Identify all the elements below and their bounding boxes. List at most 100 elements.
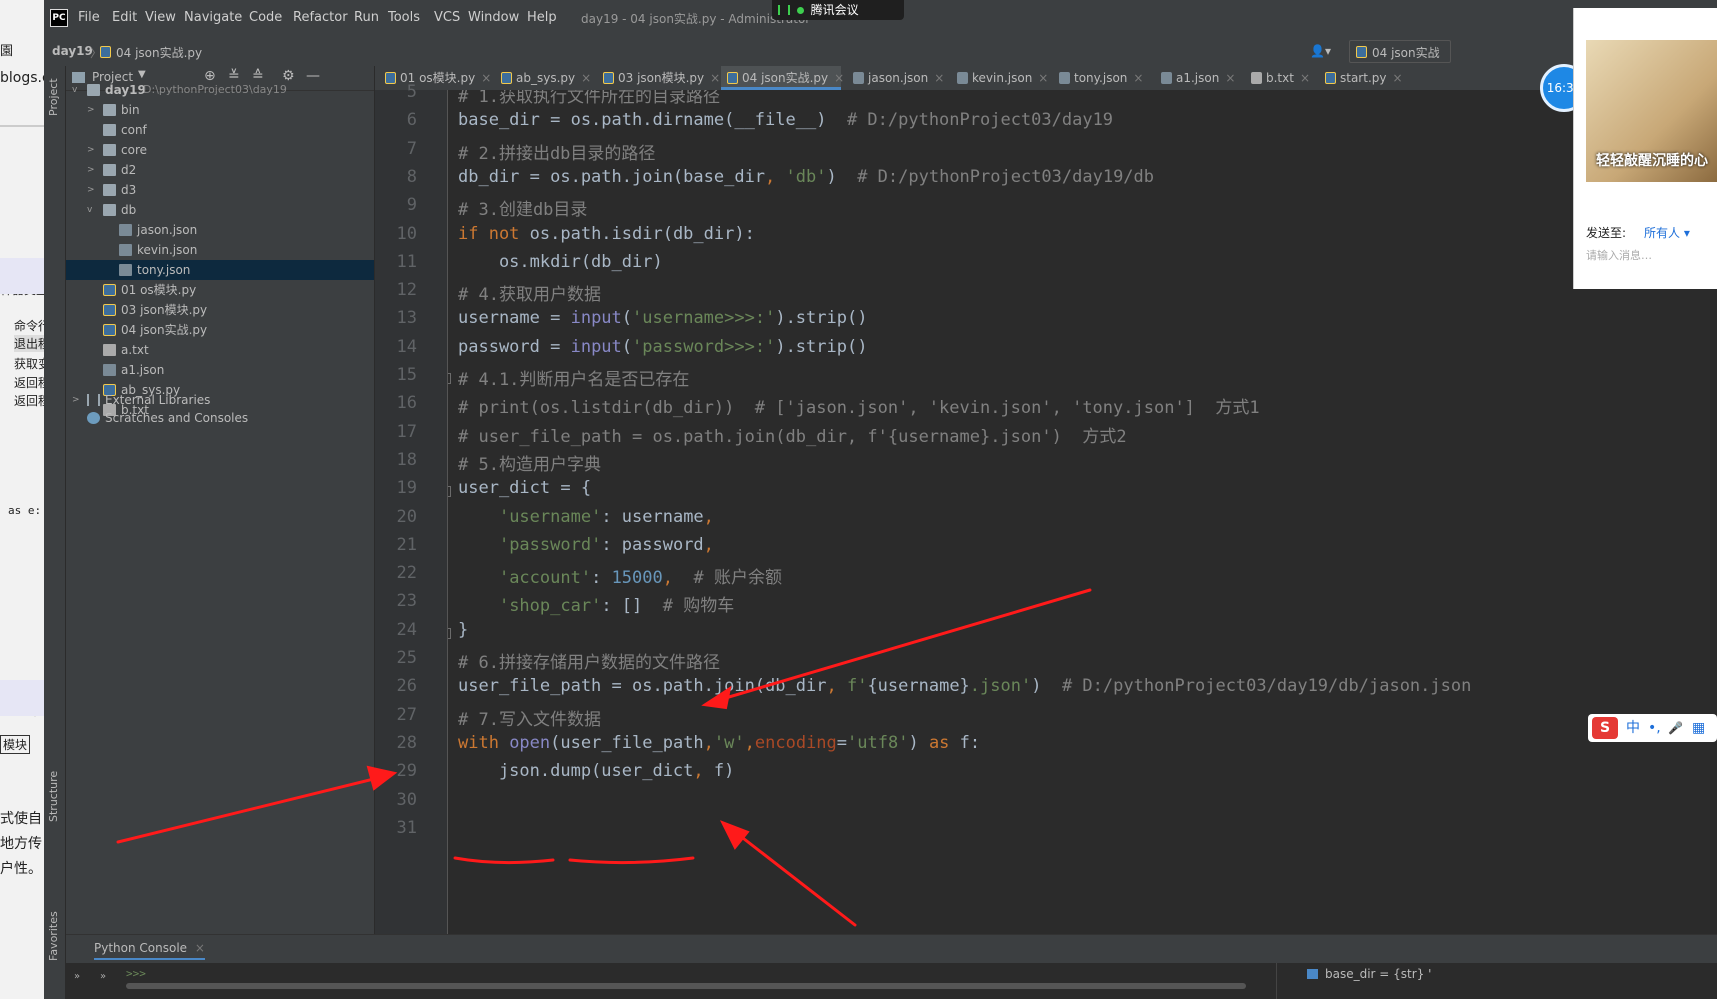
code-line[interactable]: db_dir = os.path.join(base_dir, 'db') # … (458, 167, 1154, 187)
fold-marker-icon[interactable] (448, 627, 451, 639)
tree-item[interactable]: > core (66, 140, 374, 160)
code-line[interactable]: # 4.1.判断用户名是否已存在 (458, 365, 689, 390)
python-console-tab[interactable]: Python Console × (94, 941, 205, 960)
editor-tab[interactable]: b.txt × (1245, 66, 1319, 90)
editor-tab[interactable]: start.py × (1319, 66, 1405, 90)
tree-root-day19[interactable]: v day19 D:\pythonProject03\day19 (66, 80, 374, 100)
code-line[interactable]: 'password': password, (458, 535, 714, 555)
prompt-arrows-icon[interactable]: » (100, 971, 106, 982)
tree-item[interactable]: 04 json实战.py (66, 320, 374, 340)
editor-tab[interactable]: jason.json × (847, 66, 951, 90)
tree-item[interactable]: kevin.json (66, 240, 374, 260)
menu-file[interactable]: File (78, 10, 100, 25)
close-icon[interactable]: × (934, 71, 944, 85)
menu-run[interactable]: Run (354, 10, 379, 25)
chevron-right-icon[interactable]: > (87, 180, 97, 200)
tree-item[interactable]: 01 os模块.py (66, 280, 374, 300)
menu-edit[interactable]: Edit (112, 10, 137, 25)
fold-marker-icon[interactable] (448, 486, 451, 498)
editor-tab[interactable]: tony.json × (1053, 66, 1155, 90)
code-line[interactable]: user_dict = { (458, 478, 591, 498)
code-line[interactable]: os.mkdir(db_dir) (458, 252, 663, 272)
dropdown-icon[interactable]: ▼ (138, 69, 146, 80)
sogou-logo-icon[interactable]: S (1592, 717, 1618, 739)
editor-tab[interactable]: a1.json × (1155, 66, 1245, 90)
code-line[interactable]: 'username': username, (458, 507, 714, 527)
code-line[interactable]: username = input('username>>>:').strip() (458, 308, 867, 328)
tree-item[interactable]: 03 json模块.py (66, 300, 374, 320)
message-input[interactable]: 请输入消息… (1586, 247, 1652, 263)
structure-tool-tab[interactable]: Structure (47, 771, 60, 822)
close-icon[interactable]: × (834, 71, 844, 85)
tree-item[interactable]: conf (66, 120, 374, 140)
menu-window[interactable]: Window (468, 10, 519, 25)
menu-refactor[interactable]: Refactor (293, 10, 348, 25)
code-line[interactable]: # 2.拼接出db目录的路径 (458, 139, 655, 164)
editor-tab[interactable]: 03 json模块.py × (597, 66, 721, 90)
ime-toolbar[interactable]: S 中 •, 🎤 ▦ (1588, 714, 1717, 742)
chevron-right-icon[interactable]: > (87, 160, 97, 180)
chevron-right-icon[interactable]: > (72, 390, 82, 410)
menu-tools[interactable]: Tools (388, 10, 420, 25)
console-scrollbar[interactable] (126, 983, 1246, 989)
close-icon[interactable]: × (710, 71, 720, 85)
tree-item[interactable]: a1.json (66, 360, 374, 380)
menu-navigate[interactable]: Navigate (184, 10, 242, 25)
close-icon[interactable]: × (481, 71, 491, 85)
code-line[interactable]: 'shop_car': [] # 购物车 (458, 591, 734, 616)
tree-item[interactable]: v db (66, 200, 374, 220)
rerun-icon[interactable]: » (74, 971, 80, 982)
project-tool-tab[interactable]: Project (47, 78, 60, 116)
tree-external-libraries[interactable]: > External Libraries (66, 390, 374, 410)
menu-help[interactable]: Help (527, 10, 557, 25)
code-line[interactable]: } (458, 620, 468, 640)
editor-tab[interactable]: 01 os模块.py × (379, 66, 495, 90)
code-line[interactable]: user_file_path = os.path.join(db_dir, f'… (458, 676, 1471, 696)
punctuation-icon[interactable]: •, (1648, 714, 1661, 742)
ime-mode[interactable]: 中 (1626, 714, 1640, 742)
meeting-badge[interactable]: 腾讯会议 (772, 0, 904, 20)
close-icon[interactable]: × (1038, 71, 1048, 85)
code-line[interactable]: # 4.获取用户数据 (458, 280, 601, 305)
tree-scratches[interactable]: Scratches and Consoles (66, 408, 374, 428)
code-line[interactable]: # 3.创建db目录 (458, 195, 587, 220)
chevron-down-icon[interactable]: v (87, 200, 97, 220)
close-icon[interactable]: × (1133, 71, 1143, 85)
keyboard-icon[interactable]: ▦ (1692, 714, 1705, 742)
chevron-down-icon[interactable]: v (72, 80, 82, 100)
chevron-right-icon[interactable]: > (87, 100, 97, 120)
fold-marker-icon[interactable] (448, 373, 451, 384)
user-icon[interactable]: 👤▾ (1310, 44, 1331, 58)
variable-base-dir[interactable]: base_dir = {str} ' (1325, 967, 1431, 981)
send-target-dropdown[interactable]: 所有人 ▾ (1644, 224, 1690, 241)
tree-item[interactable]: > d3 (66, 180, 374, 200)
code-editor[interactable]: # 1.获取执行文件所在的目录路径 base_dir = os.path.dirn… (448, 90, 1717, 934)
code-line[interactable]: # 1.获取执行文件所在的目录路径 (458, 90, 720, 107)
close-icon[interactable]: × (1225, 71, 1235, 85)
code-line[interactable]: # user_file_path = os.path.join(db_dir, … (458, 422, 1127, 447)
code-line[interactable]: # 6.拼接存储用户数据的文件路径 (458, 648, 720, 673)
chevron-right-icon[interactable]: > (87, 140, 97, 160)
code-line[interactable]: password = input('password>>>:').strip() (458, 337, 867, 357)
code-line[interactable]: json.dump(user_dict, f) (458, 761, 734, 781)
run-config-selector[interactable]: 04 json实战 (1349, 40, 1451, 63)
breadcrumb-file[interactable]: 04 json实战.py (116, 44, 202, 61)
tree-item[interactable]: tony.json (66, 260, 374, 280)
code-line[interactable]: # 7.写入文件数据 (458, 705, 601, 730)
code-line[interactable]: 'account': 15000, # 账户余额 (458, 563, 782, 588)
code-line[interactable]: if not os.path.isdir(db_dir): (458, 224, 755, 244)
menu-vcs[interactable]: VCS (434, 10, 460, 25)
close-icon[interactable]: × (1300, 71, 1310, 85)
breadcrumb-project[interactable]: day19 (52, 44, 93, 58)
tree-item[interactable]: > d2 (66, 160, 374, 180)
menu-view[interactable]: View (145, 10, 176, 25)
menu-code[interactable]: Code (249, 10, 282, 25)
favorites-tool-tab[interactable]: Favorites (47, 911, 60, 961)
code-line[interactable]: with open(user_file_path,'w',encoding='u… (458, 733, 980, 753)
tree-item[interactable]: > bin (66, 100, 374, 120)
close-icon[interactable]: × (1392, 71, 1402, 85)
tree-item[interactable]: jason.json (66, 220, 374, 240)
microphone-icon[interactable]: 🎤 (1668, 714, 1683, 742)
tree-item[interactable]: a.txt (66, 340, 374, 360)
code-line[interactable]: # 5.构造用户字典 (458, 450, 601, 475)
